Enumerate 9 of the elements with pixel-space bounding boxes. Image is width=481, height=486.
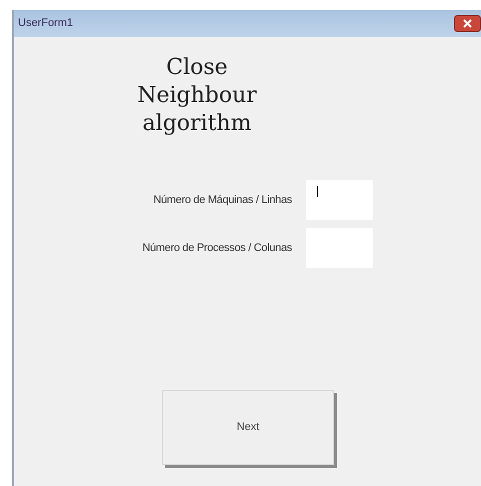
- close-icon[interactable]: [454, 15, 481, 32]
- heading-line: Close: [166, 54, 228, 82]
- heading-line: algorithm: [142, 110, 252, 138]
- heading-line: Neighbour: [137, 82, 257, 110]
- field-label: Número de Máquinas / Linhas: [152, 192, 293, 208]
- next-button[interactable]: Next: [162, 390, 334, 465]
- window-title: UserForm1: [18, 16, 74, 32]
- field-label: Número de Processos / Colunas: [141, 240, 293, 256]
- input-field[interactable]: [306, 180, 373, 220]
